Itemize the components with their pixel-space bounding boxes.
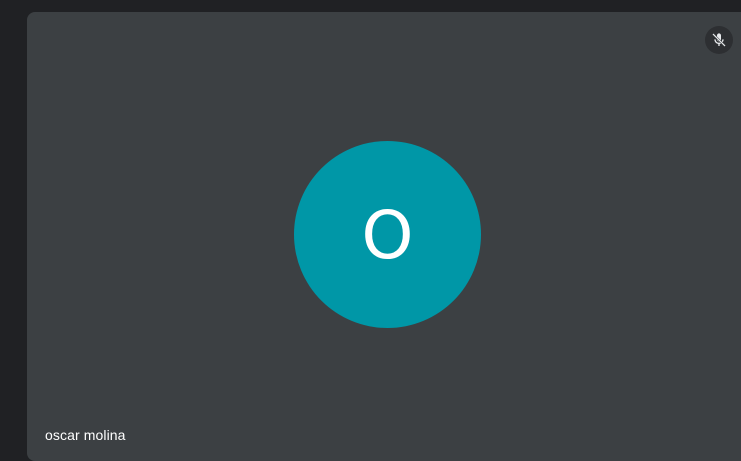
participant-tile[interactable]: O oscar molina — [27, 12, 741, 461]
avatar-initial: O — [361, 196, 414, 274]
mic-off-icon — [712, 33, 726, 47]
mic-off-indicator — [705, 26, 733, 54]
video-call-stage: O oscar molina — [0, 0, 741, 461]
participant-avatar: O — [294, 141, 481, 328]
participant-name: oscar molina — [45, 427, 126, 443]
